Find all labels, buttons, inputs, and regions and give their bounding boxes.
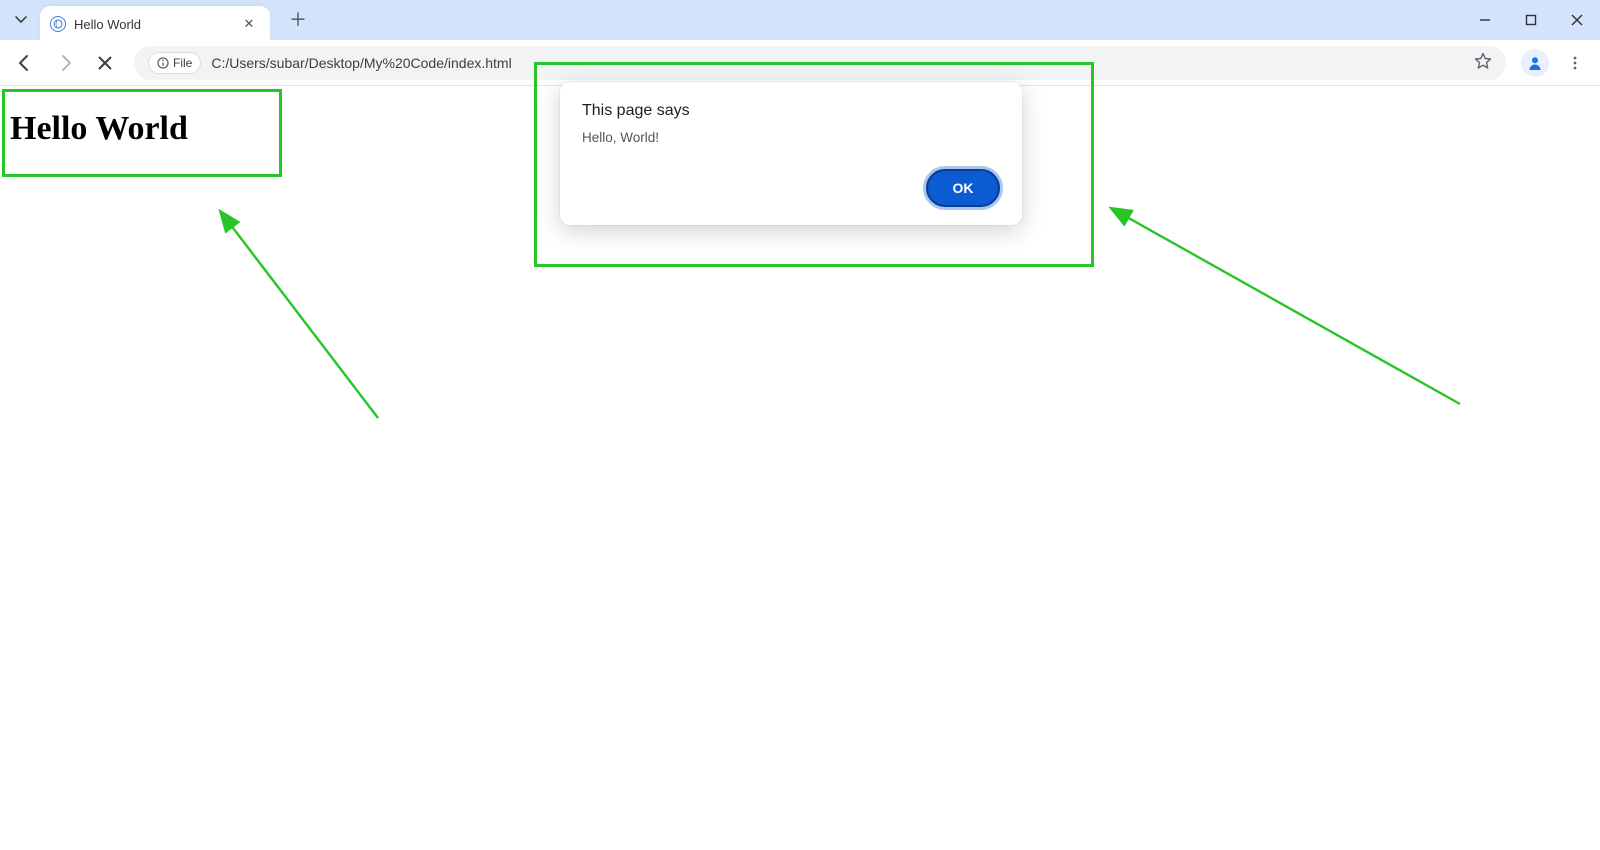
- kebab-menu-icon: [1567, 55, 1583, 71]
- javascript-alert-dialog: This page says Hello, World! OK: [560, 82, 1022, 225]
- star-icon: [1474, 52, 1492, 70]
- browser-toolbar: File C:/Users/subar/Desktop/My%20Code/in…: [0, 40, 1600, 86]
- close-tab-button[interactable]: ✕: [240, 15, 258, 33]
- dialog-message: Hello, World!: [582, 130, 1000, 145]
- minimize-icon: [1479, 14, 1491, 26]
- browser-tabstrip: Hello World ✕ ＋: [0, 0, 1600, 40]
- url-scheme-label: File: [173, 56, 192, 70]
- forward-button[interactable]: [48, 46, 82, 80]
- window-controls: [1462, 0, 1600, 40]
- person-icon: [1527, 55, 1543, 71]
- info-icon: [157, 57, 169, 69]
- dialog-title: This page says: [582, 102, 1000, 120]
- browser-tab-active[interactable]: Hello World ✕: [40, 6, 270, 42]
- minimize-window-button[interactable]: [1462, 0, 1508, 40]
- back-button[interactable]: [8, 46, 42, 80]
- page-favicon-icon: [50, 16, 66, 32]
- new-tab-button[interactable]: ＋: [284, 6, 312, 34]
- tabs-dropdown-button[interactable]: [6, 5, 36, 35]
- maximize-icon: [1525, 14, 1537, 26]
- url-text: C:/Users/subar/Desktop/My%20Code/index.h…: [211, 55, 511, 71]
- close-icon: [1571, 14, 1583, 26]
- stop-reload-button[interactable]: [88, 46, 122, 80]
- url-scheme-pill: File: [148, 52, 201, 74]
- close-window-button[interactable]: [1554, 0, 1600, 40]
- browser-menu-button[interactable]: [1558, 46, 1592, 80]
- bookmark-button[interactable]: [1474, 52, 1492, 73]
- address-bar[interactable]: File C:/Users/subar/Desktop/My%20Code/in…: [134, 46, 1506, 80]
- maximize-window-button[interactable]: [1508, 0, 1554, 40]
- dialog-ok-button[interactable]: OK: [926, 169, 1000, 207]
- close-icon: [97, 55, 113, 71]
- arrow-right-icon: [56, 54, 74, 72]
- chevron-down-icon: [15, 14, 27, 26]
- tab-title: Hello World: [74, 17, 240, 32]
- arrow-left-icon: [16, 54, 34, 72]
- profile-button[interactable]: [1518, 46, 1552, 80]
